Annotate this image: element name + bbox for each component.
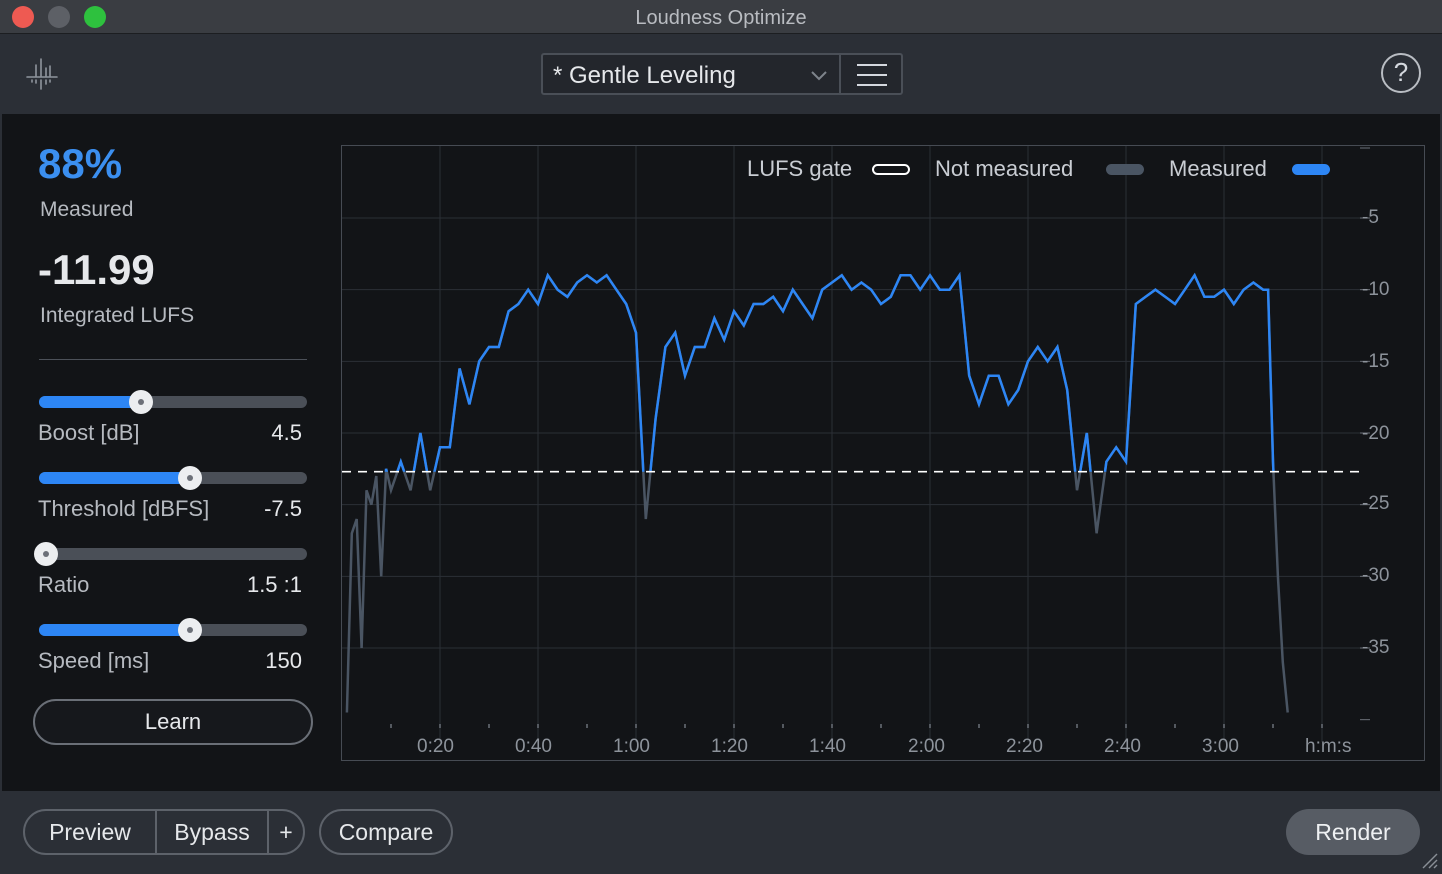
boost-label: Boost [dB] (38, 420, 140, 445)
not-measured-line (345, 271, 1289, 713)
y-tick-label: -30 (1362, 565, 1390, 586)
measured-label: Measured (40, 198, 134, 221)
preset-modified-marker: * (553, 62, 563, 89)
y-tick-label: -25 (1362, 493, 1390, 514)
add-bypass-button[interactable]: + (269, 811, 303, 853)
y-tick-label: -35 (1362, 637, 1390, 658)
divider (39, 359, 307, 360)
module-header: * Gentle Leveling ? (0, 34, 1442, 114)
ratio-label: Ratio (38, 572, 90, 597)
ratio-value: 1.5 :1 (246, 572, 302, 597)
legend-measured-swatch (1292, 164, 1330, 175)
threshold-value: -7.5 (264, 496, 302, 521)
legend-not-measured-swatch (1106, 164, 1144, 175)
y-tick-label: -20 (1362, 423, 1390, 444)
y-tick-label: -15 (1362, 351, 1390, 372)
x-tick-label: 1:40 (809, 736, 846, 757)
threshold-label: Threshold [dBFS] (38, 496, 210, 521)
integrated-lufs-label: Integrated LUFS (40, 304, 195, 327)
ratio-slider[interactable] (33, 542, 307, 566)
measured-percent: 88% (38, 140, 123, 187)
preview-bypass-group: Preview Bypass + (23, 809, 305, 855)
title-bar: Loudness Optimize (0, 0, 1442, 34)
bypass-button[interactable]: Bypass (157, 811, 267, 853)
legend-measured-label: Measured (1169, 156, 1267, 181)
x-tick-label: 3:00 (1202, 736, 1239, 757)
preset-name: Gentle Leveling (569, 62, 736, 89)
x-tick-label: 0:20 (417, 736, 454, 757)
x-tick-label: 1:00 (613, 736, 650, 757)
threshold-slider-knob[interactable] (178, 466, 203, 490)
preview-button[interactable]: Preview (25, 811, 155, 853)
preset-menu-button[interactable] (839, 53, 903, 95)
compare-button[interactable]: Compare (319, 809, 453, 855)
chevron-down-icon (811, 71, 827, 81)
boost-value: 4.5 (271, 420, 302, 445)
speed-value: 150 (265, 648, 302, 673)
x-tick-label: 2:20 (1006, 736, 1043, 757)
x-tick-label: 2:40 (1104, 736, 1141, 757)
ratio-slider-knob[interactable] (33, 542, 58, 566)
learn-button[interactable]: Learn (33, 699, 313, 745)
legend-not-measured-label: Not measured (935, 156, 1074, 181)
y-tick-label: -5 (1362, 207, 1379, 228)
loudness-chart (342, 146, 1370, 742)
main-panel: 88% Measured -11.99 Integrated LUFS Boos… (0, 114, 1442, 791)
y-tick-label: -10 (1362, 279, 1390, 300)
speed-label: Speed [ms] (38, 648, 150, 673)
legend-lufs-gate-label: LUFS gate (747, 156, 853, 181)
threshold-slider[interactable] (39, 466, 307, 490)
x-tick-label: 0:40 (515, 736, 552, 757)
speed-slider-knob[interactable] (178, 618, 203, 642)
help-button[interactable]: ? (1381, 53, 1421, 93)
legend-lufs-gate-swatch (872, 164, 910, 175)
measured-line (384, 271, 1275, 472)
boost-slider-knob[interactable] (128, 390, 153, 414)
integrated-lufs-value: -11.99 (38, 246, 155, 293)
loudness-graph: LUFS gate Not measured Measured -5 -10 -… (341, 145, 1425, 761)
hamburger-menu-icon (857, 64, 887, 66)
boost-slider[interactable] (39, 390, 307, 414)
speed-slider[interactable] (39, 618, 307, 642)
resize-grip-icon[interactable] (1420, 851, 1438, 869)
spectrum-meter-icon (26, 58, 58, 90)
footer-bar: Preview Bypass + Compare Render (0, 791, 1442, 874)
window-title: Loudness Optimize (635, 7, 807, 29)
x-tick-label: 1:20 (711, 736, 748, 757)
preset-dropdown[interactable]: * Gentle Leveling (541, 53, 841, 95)
x-axis-unit-label: h:m:s (1305, 736, 1352, 757)
x-tick-label: 2:00 (908, 736, 945, 757)
render-button[interactable]: Render (1286, 809, 1420, 855)
